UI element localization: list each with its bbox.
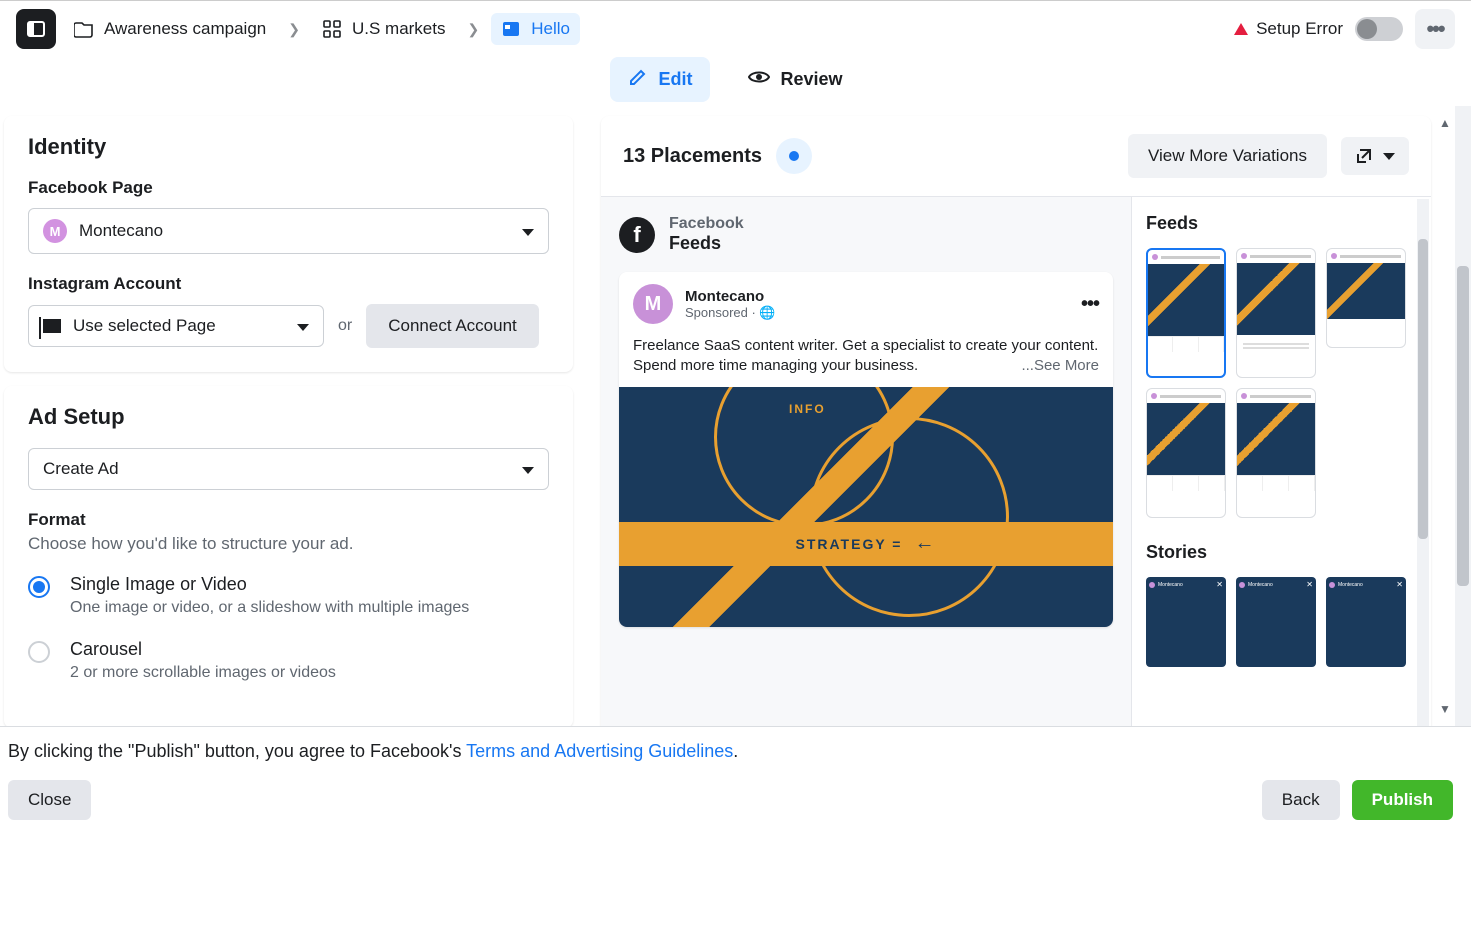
breadcrumb-adset[interactable]: U.S markets xyxy=(312,13,456,45)
ad-setup-select[interactable]: Create Ad xyxy=(28,448,549,490)
flag-icon xyxy=(43,319,61,333)
ig-account-label: Instagram Account xyxy=(28,274,549,294)
breadcrumb-campaign[interactable]: Awareness campaign xyxy=(64,13,276,45)
format-option-single[interactable]: Single Image or Video One image or video… xyxy=(28,574,549,617)
preview-column: 13 Placements View More Variations f Fac… xyxy=(585,106,1471,726)
placement-thumbnails: Feeds Stories Montecano✕ Montecano✕ Mont… xyxy=(1131,197,1431,726)
fb-page-label: Facebook Page xyxy=(28,178,549,198)
network-label: Facebook xyxy=(669,215,744,233)
identity-card: Identity Facebook Page M Montecano Insta… xyxy=(4,116,573,372)
main-content: Identity Facebook Page M Montecano Insta… xyxy=(0,106,1471,726)
caret-down-icon xyxy=(522,467,534,474)
placement-thumb[interactable] xyxy=(1146,248,1226,378)
form-column: Identity Facebook Page M Montecano Insta… xyxy=(0,106,585,726)
pencil-icon xyxy=(628,67,648,92)
caret-down-icon xyxy=(522,229,534,236)
tab-bar: Edit Review xyxy=(0,57,1471,106)
footer: By clicking the "Publish" button, you ag… xyxy=(0,726,1471,840)
external-icon xyxy=(1355,147,1373,165)
fb-page-value: Montecano xyxy=(79,221,163,241)
preview-panel: 13 Placements View More Variations f Fac… xyxy=(601,116,1431,726)
status-label: Setup Error xyxy=(1256,19,1343,39)
chevron-right-icon: ❯ xyxy=(464,21,484,38)
tab-edit[interactable]: Edit xyxy=(610,57,710,102)
preview-main: f Facebook Feeds M Montecano Sponsored ·… xyxy=(601,197,1131,726)
caret-down-icon xyxy=(1383,153,1395,160)
chevron-right-icon: ❯ xyxy=(284,21,304,38)
format-option-carousel[interactable]: Carousel 2 or more scrollable images or … xyxy=(28,639,549,682)
ad-avatar-icon: M xyxy=(633,284,673,324)
ig-account-select[interactable]: Use selected Page xyxy=(28,305,324,347)
placement-thumb[interactable] xyxy=(1236,248,1316,378)
facebook-icon: f xyxy=(619,217,655,253)
more-menu-button[interactable]: ••• xyxy=(1415,9,1455,49)
ad-page-name: Montecano xyxy=(685,288,776,305)
preview-scroll-arrows[interactable]: ▲▼ xyxy=(1437,116,1453,716)
top-bar: Awareness campaign ❯ U.S markets ❯ Hello… xyxy=(0,0,1471,57)
tab-review-label: Review xyxy=(780,69,842,90)
breadcrumb-ad[interactable]: Hello xyxy=(491,13,580,45)
ad-setup-value: Create Ad xyxy=(43,459,119,479)
expand-preview-button[interactable] xyxy=(1341,137,1409,175)
ad-more-button[interactable]: ••• xyxy=(1081,293,1099,316)
option-desc: 2 or more scrollable images or videos xyxy=(70,664,336,682)
breadcrumb-adset-label: U.S markets xyxy=(352,19,446,39)
radio-icon xyxy=(28,641,50,663)
placement-thumb[interactable]: Montecano✕ xyxy=(1146,577,1226,667)
breadcrumb-ad-label: Hello xyxy=(531,19,570,39)
feeds-section-label: Feeds xyxy=(1146,213,1417,234)
placements-header: 13 Placements View More Variations xyxy=(601,116,1431,196)
ad-preview-card: M Montecano Sponsored · 🌐 ••• Freelance … xyxy=(619,272,1113,627)
option-title: Carousel xyxy=(70,639,336,660)
status-toggle[interactable] xyxy=(1355,17,1403,41)
view-variations-button[interactable]: View More Variations xyxy=(1128,134,1327,178)
identity-heading: Identity xyxy=(28,134,549,160)
breadcrumb-campaign-label: Awareness campaign xyxy=(104,19,266,39)
ad-setup-card: Ad Setup Create Ad Format Choose how you… xyxy=(4,386,573,726)
outer-scrollbar[interactable] xyxy=(1455,106,1471,726)
see-more-link[interactable]: ...See More xyxy=(1021,356,1099,376)
close-button[interactable]: Close xyxy=(8,780,91,820)
option-title: Single Image or Video xyxy=(70,574,469,595)
placements-title: 13 Placements xyxy=(623,145,762,168)
back-button[interactable]: Back xyxy=(1262,780,1340,820)
ig-account-value: Use selected Page xyxy=(73,316,216,336)
placement-label: Feeds xyxy=(669,233,744,254)
fb-page-select[interactable]: M Montecano xyxy=(28,208,549,254)
terms-link[interactable]: Terms and Advertising Guidelines xyxy=(466,741,733,761)
warning-icon xyxy=(1234,23,1248,35)
format-label: Format xyxy=(28,510,549,530)
page-avatar-icon: M xyxy=(43,219,67,243)
tab-review[interactable]: Review xyxy=(730,57,860,102)
ad-creative-image: INFO STRATEGY = xyxy=(619,387,1113,627)
radio-icon xyxy=(28,576,50,598)
notification-dot-icon xyxy=(776,138,812,174)
ad-icon xyxy=(501,19,521,39)
caret-down-icon xyxy=(297,324,309,331)
format-desc: Choose how you'd like to structure your … xyxy=(28,534,549,554)
placement-thumb[interactable]: Montecano✕ xyxy=(1236,577,1316,667)
footer-disclaimer: By clicking the "Publish" button, you ag… xyxy=(8,741,1453,762)
or-text: or xyxy=(338,317,352,335)
panel-toggle-button[interactable] xyxy=(16,9,56,49)
status-indicator: Setup Error xyxy=(1234,19,1343,39)
tab-edit-label: Edit xyxy=(658,69,692,90)
placement-thumb[interactable] xyxy=(1146,388,1226,518)
ad-sponsored-label: Sponsored · 🌐 xyxy=(685,305,776,321)
grid-icon xyxy=(322,19,342,39)
stories-section-label: Stories xyxy=(1146,542,1417,563)
publish-button[interactable]: Publish xyxy=(1352,780,1453,820)
connect-account-button[interactable]: Connect Account xyxy=(366,304,539,348)
placement-thumb[interactable] xyxy=(1236,388,1316,518)
option-desc: One image or video, or a slideshow with … xyxy=(70,599,469,617)
eye-icon xyxy=(748,69,770,90)
ad-setup-heading: Ad Setup xyxy=(28,404,549,430)
folder-icon xyxy=(74,19,94,39)
thumbnails-scrollbar[interactable] xyxy=(1417,199,1429,726)
placement-thumb[interactable] xyxy=(1326,248,1406,348)
placement-thumb[interactable]: Montecano✕ xyxy=(1326,577,1406,667)
